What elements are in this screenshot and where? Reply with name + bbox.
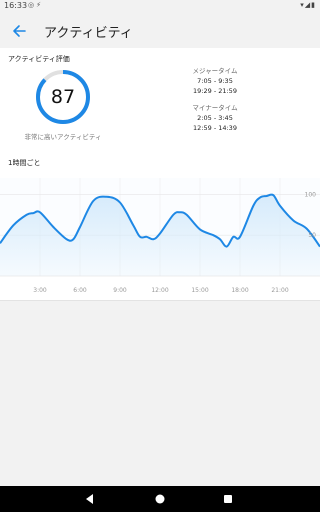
hourly-heading: 1時間ごと bbox=[8, 159, 41, 167]
nav-recents-icon[interactable] bbox=[222, 493, 234, 505]
activity-score-heading: アクティビティ評価 bbox=[8, 55, 70, 63]
status-time: 16:33 bbox=[4, 1, 28, 10]
activity-score-card: アクティビティ評価 87 非常に高いアクティビティ メジャータイム 7:05 -… bbox=[0, 48, 320, 151]
activity-score-value: 87 bbox=[50, 86, 76, 108]
chart-x-tick-label: 12:00 bbox=[151, 287, 168, 294]
activity-score-description: 非常に高いアクティビティ bbox=[24, 133, 102, 141]
status-left-icons: ◎⚡ bbox=[28, 1, 43, 9]
chart-x-tick-label: 21:00 bbox=[271, 287, 288, 294]
usb-icon: ⚡ bbox=[36, 1, 44, 9]
chart-x-tick-label: 18:00 bbox=[231, 287, 248, 294]
chart-x-tick-label: 9:00 bbox=[113, 287, 127, 294]
status-bar: 16:33 ◎⚡ ▾◢▮ bbox=[0, 0, 320, 12]
battery-icon: ▮ bbox=[311, 1, 316, 9]
navigation-bar bbox=[0, 486, 320, 512]
chart-x-tick-label: 3:00 bbox=[33, 287, 47, 294]
hourly-activity-chart: 100 50 3:00 6:00 9:00 12:00 15:00 18:00 21:00 bbox=[0, 178, 320, 294]
hourly-chart-card: 1時間ごと 100 50 3:00 6:00 9:00 12:00 15:00 18:00 21… bbox=[0, 150, 320, 301]
status-right-icons: ▾◢▮ bbox=[300, 1, 316, 9]
android-debug-icon: ◎ bbox=[28, 1, 37, 9]
chart-y-tick-label: 100 bbox=[305, 191, 317, 198]
chart-x-tick-label: 6:00 bbox=[73, 287, 87, 294]
chart-x-tick-label: 15:00 bbox=[191, 287, 208, 294]
minor-time-title: マイナータイム bbox=[192, 104, 238, 112]
chart-y-tick-label: 50 bbox=[308, 232, 316, 239]
nav-back-icon[interactable] bbox=[84, 493, 96, 505]
minor-time-2: 12:59 - 14:39 bbox=[193, 124, 237, 132]
major-time-1: 7:05 - 9:35 bbox=[197, 77, 233, 85]
major-time-2: 19:29 - 21:59 bbox=[193, 87, 237, 95]
nav-home-icon[interactable] bbox=[154, 493, 166, 505]
page-title: アクティビティ bbox=[44, 26, 133, 41]
minor-time-1: 2:05 - 3:45 bbox=[197, 114, 233, 122]
app-bar: アクティビティ bbox=[0, 12, 320, 48]
arrow-back-icon[interactable] bbox=[12, 24, 26, 38]
major-time-title: メジャータイム bbox=[192, 67, 238, 75]
